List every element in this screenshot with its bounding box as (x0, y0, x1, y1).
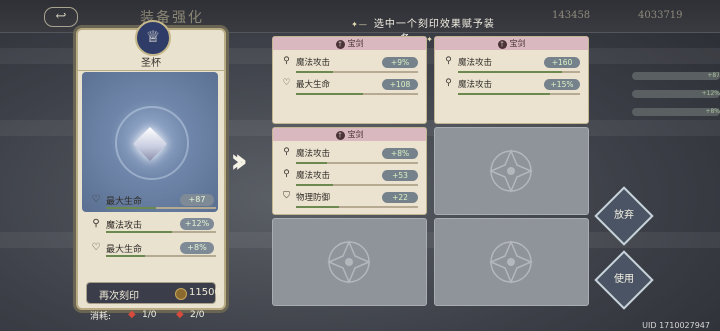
slot-header: † 宝剑 (273, 37, 426, 50)
slot-stat-row: ⚲ 魔法攻击 +15% (443, 75, 580, 95)
stat-value: +53 (382, 170, 418, 181)
back-button[interactable]: ↩ (44, 7, 78, 27)
sword-icon: † (497, 40, 507, 49)
use-label: 使用 (614, 274, 634, 285)
rune-emblem-icon (489, 240, 533, 284)
slot-stat-row: ♡ 最大生命 +108 (281, 75, 418, 95)
slot-header-label: 宝剑 (347, 130, 364, 139)
double-chevron-icon: ›› (230, 141, 248, 181)
material-icon: ◆ (128, 309, 136, 320)
stat-value: +8% (180, 242, 214, 254)
material-count: 1/0 (142, 310, 157, 320)
reforge-cost: 11500 (189, 287, 221, 298)
stat-label: 魔法攻击 (296, 171, 331, 181)
slot-stat-row: ⛉ 物理防御 +22 (281, 188, 418, 208)
reforge-button[interactable]: 再次刻印 11500 (86, 282, 221, 304)
rune-emblem-icon (327, 240, 371, 284)
stat-label: 魔法攻击 (458, 80, 493, 90)
stat-value: +8% (382, 148, 418, 159)
dim-stat: +8% (632, 108, 720, 116)
resource-value: 4033719 (638, 10, 683, 21)
stat-value: +15% (544, 79, 580, 90)
stat-value: +9% (382, 57, 418, 68)
engrave-option-card[interactable]: † 宝剑 ⚲ 魔法攻击 +8% ⚲ 魔法攻击 +53 ⛉ 物理防御 +22 (272, 127, 427, 215)
heart-icon: ♡ (282, 78, 291, 88)
rune-emblem-icon (489, 149, 533, 193)
heart-icon: ♡ (91, 194, 101, 205)
stat-bar (296, 93, 418, 95)
wand-icon: ⚲ (283, 56, 290, 66)
item-stat-row: ⚲ 魔法攻击 +12% (88, 216, 216, 233)
sword-icon: † (335, 40, 345, 49)
slot-stat-row: ⚲ 魔法攻击 +8% (281, 144, 418, 164)
resource-value: 143458 (552, 10, 591, 21)
stat-bar (296, 162, 418, 164)
stat-value: +22 (382, 192, 418, 203)
stat-value: +160 (544, 57, 580, 68)
dim-stat: +12% (632, 90, 720, 98)
item-art (82, 72, 218, 212)
slot-stat-row: ⚲ 魔法攻击 +9% (281, 53, 418, 73)
stat-bar (106, 231, 216, 233)
wand-icon: ⚲ (445, 78, 452, 88)
stat-bar (106, 207, 216, 209)
slot-header-label: 宝剑 (509, 39, 526, 48)
slot-header: † 宝剑 (273, 128, 426, 141)
slot-stat-row: ⚲ 魔法攻击 +160 (443, 53, 580, 73)
empty-slot (434, 127, 589, 215)
reforge-label: 再次刻印 (99, 291, 139, 302)
stat-label: 最大生命 (106, 245, 143, 255)
wand-icon: ⚲ (445, 56, 452, 66)
item-stat-row: ♡ 最大生命 +8% (88, 240, 216, 257)
stat-label: 物理防御 (296, 193, 331, 203)
slot-stat-row: ⚲ 魔法攻击 +53 (281, 166, 418, 186)
stat-label: 魔法攻击 (106, 221, 143, 231)
wand-icon: ⚲ (283, 169, 290, 179)
stat-value: +12% (180, 218, 214, 230)
shield-icon: ⛉ (283, 191, 290, 201)
item-name: 圣杯 (141, 58, 161, 69)
uid-text: UID 1710027947 (642, 321, 710, 330)
stat-bar (296, 206, 418, 208)
stat-bar (458, 93, 580, 95)
stat-label: 最大生命 (106, 197, 143, 207)
engrave-option-card[interactable]: † 宝剑 ⚲ 魔法攻击 +160 ⚲ 魔法攻击 +15% (434, 36, 589, 124)
stat-bar (296, 184, 418, 186)
stat-bar (458, 71, 580, 73)
item-stat-row: ♡ 最大生命 +87 (88, 192, 216, 209)
slot-header: † 宝剑 (435, 37, 588, 50)
material-icon: ◆ (176, 309, 184, 320)
stat-bar (106, 255, 216, 257)
empty-slot (434, 218, 589, 306)
material-count: 2/0 (190, 310, 205, 320)
stat-value: +108 (382, 79, 418, 90)
stat-label: 魔法攻击 (458, 58, 493, 68)
stat-label: 魔法攻击 (296, 149, 331, 159)
dim-stat: +87 (632, 72, 720, 80)
engrave-option-card[interactable]: † 宝剑 ⚲ 魔法攻击 +9% ♡ 最大生命 +108 (272, 36, 427, 124)
stat-value: +87 (180, 194, 214, 206)
wand-icon: ⚲ (283, 147, 290, 157)
item-card: ♕ 圣杯 ♡ 最大生命 +87 ⚲ 魔法攻击 +12% ♡ 最大生命 +8% 再… (76, 20, 226, 310)
discard-label: 放弃 (614, 210, 634, 221)
sword-icon: † (335, 131, 345, 140)
item-header: ♕ 圣杯 (78, 20, 224, 71)
stat-bar (296, 71, 418, 73)
slot-header-label: 宝剑 (347, 39, 364, 48)
stat-label: 最大生命 (296, 80, 331, 90)
chalice-icon: ♕ (135, 20, 171, 56)
stat-label: 魔法攻击 (296, 58, 331, 68)
ornament-icon: ✦— (351, 20, 368, 29)
consume-label: 消耗: (90, 312, 112, 322)
empty-slot (272, 218, 427, 306)
heart-icon: ♡ (91, 242, 101, 253)
wand-icon: ⚲ (92, 218, 100, 229)
coin-icon (175, 288, 187, 300)
